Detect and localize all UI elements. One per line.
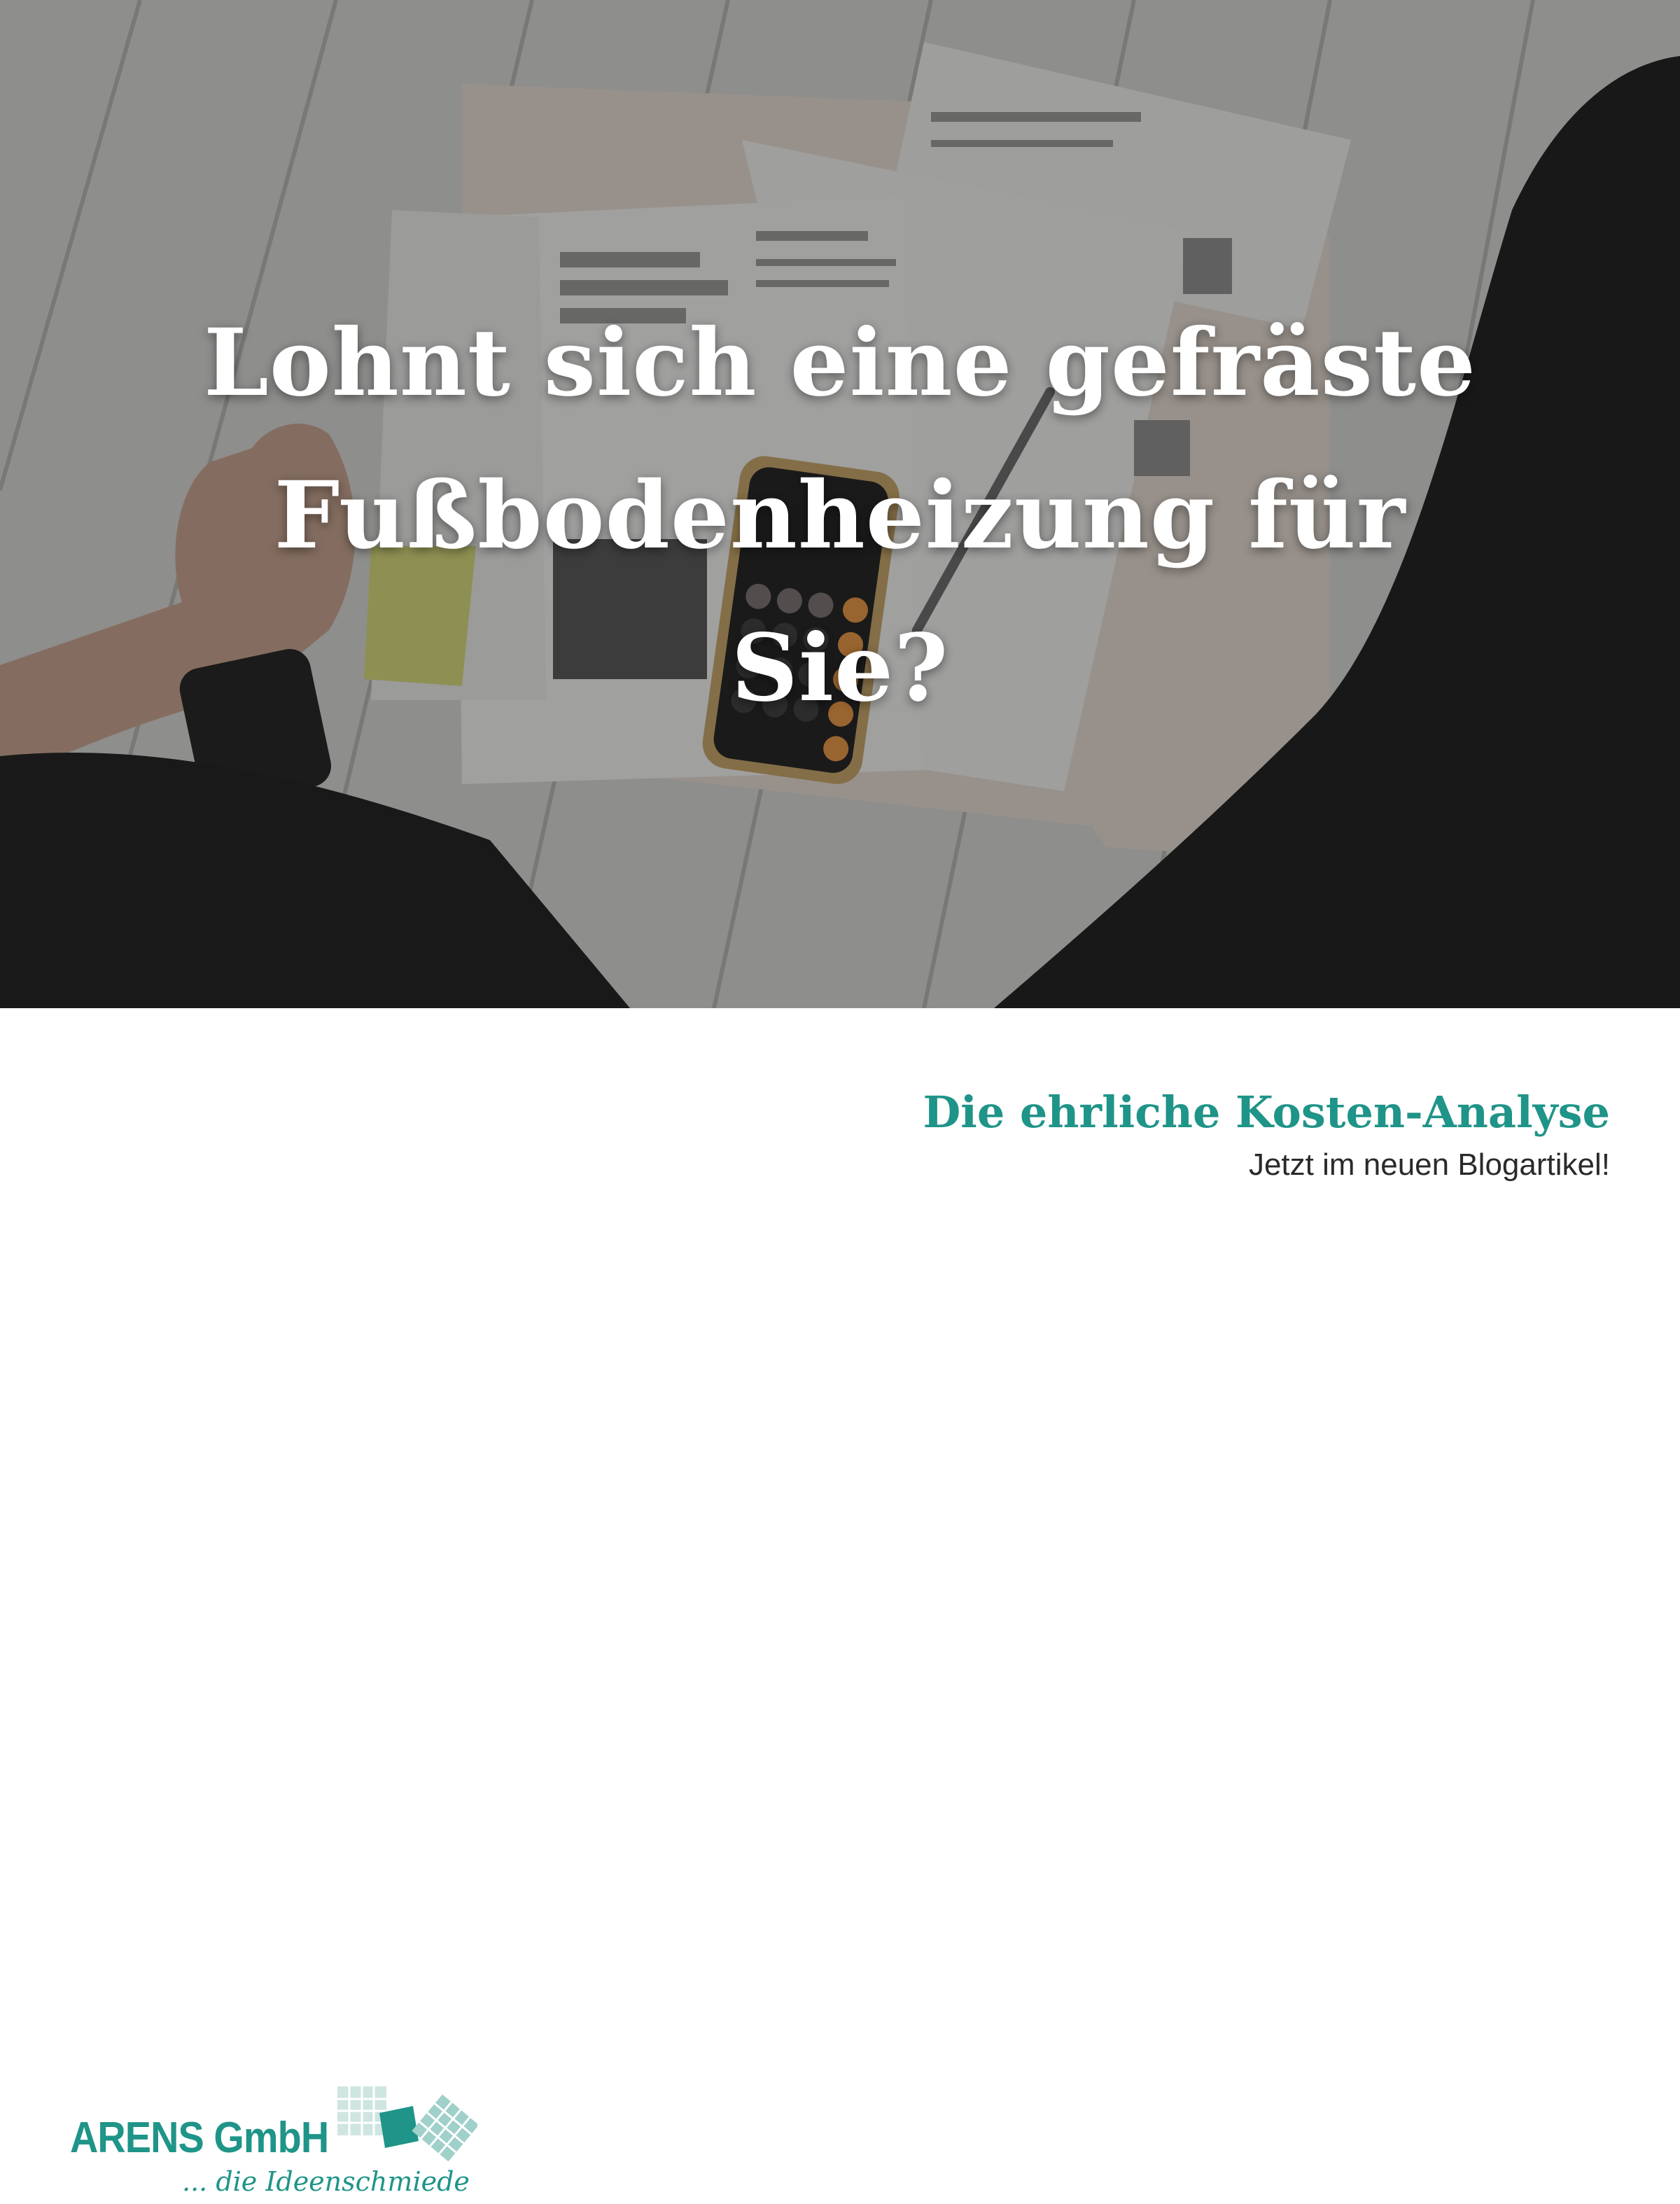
company-logo[interactable]: ARENS GmbH ... die Ideenschmiede [70, 2085, 477, 2204]
headline: Lohnt sich eine gefräste Fußbodenheizung… [105, 287, 1575, 745]
footer-bar: ARENS GmbH ... die Ideenschmiede Die ehr… [0, 1008, 1680, 2197]
promo-block: Die ehrliche Kosten-Analyse Jetzt im neu… [923, 1087, 1610, 1183]
logo-name: ARENS GmbH [70, 2114, 329, 2162]
promo-subtitle[interactable]: Jetzt im neuen Blogartikel! [923, 1148, 1610, 1183]
hero-image: Lohnt sich eine gefräste Fußbodenheizung… [0, 0, 1680, 1008]
headline-line-2: Fußbodenheizung für [274, 461, 1406, 570]
logo-tagline: ... die Ideenschmiede [182, 2166, 470, 2197]
tiles-logo-icon [337, 2086, 477, 2162]
promo-title: Die ehrliche Kosten-Analyse [923, 1087, 1610, 1138]
headline-line-1: Lohnt sich eine gefräste [204, 309, 1476, 417]
headline-line-3: Sie? [731, 614, 949, 723]
